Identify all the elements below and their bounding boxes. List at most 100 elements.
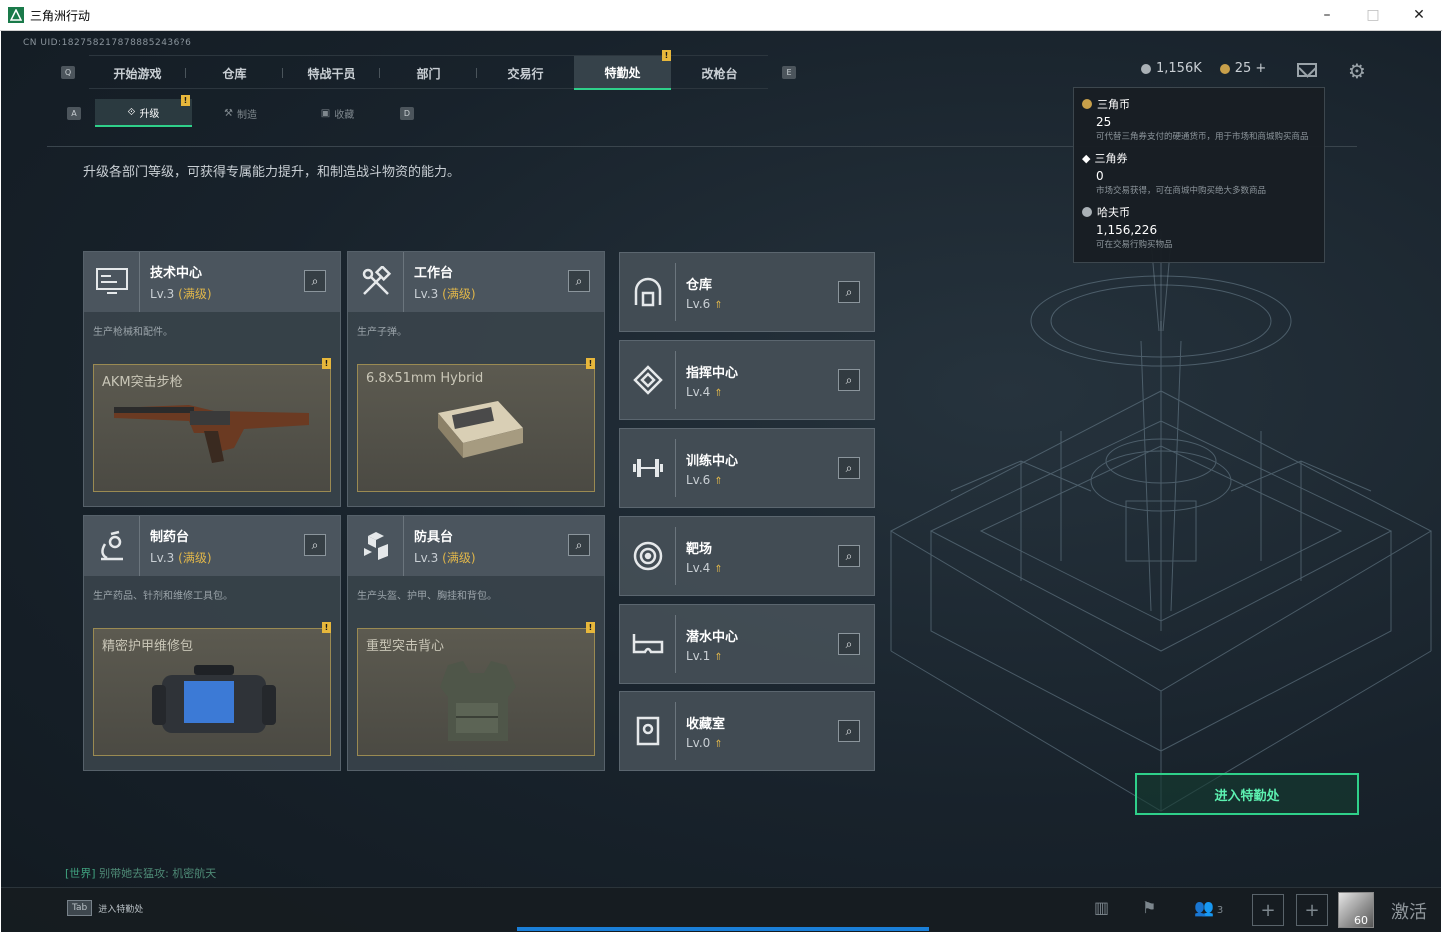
minimize-button[interactable]: – [1304,0,1350,30]
dept-card-training-center[interactable]: 训练中心 Lv.6 ⇑ ⌕ [619,428,875,508]
alert-badge: ! [662,50,671,61]
search-icon[interactable]: ⌕ [838,457,860,479]
team-count: 3 [1216,905,1224,916]
maximize-button[interactable]: □ [1350,0,1396,30]
sub-nav: A ⟐ 升级! ⚒ 制造 ▣ 收藏 D [67,95,414,127]
search-icon[interactable]: ⌕ [838,369,860,391]
close-button[interactable]: ✕ [1396,0,1442,30]
dept-level: Lv.3 [414,287,439,301]
search-icon[interactable]: ⌕ [838,281,860,303]
dumbbell-icon [620,439,676,497]
mail-icon[interactable] [1297,63,1317,77]
loading-progress-bar [517,927,929,931]
dept-name: 工作台 [414,266,454,281]
craft-icon: ⚒ [224,107,233,119]
main-nav: Q 开始游戏 仓库 特战干员 部门 交易行 特勤处! 改枪台 E [61,50,796,90]
currency-value: 0 [1096,169,1104,183]
enter-special-ops-button[interactable]: 进入特勤处 [1135,773,1359,815]
max-level-tag: (满级) [178,551,212,565]
diving-mask-icon [620,615,676,673]
dept-card-storage[interactable]: 仓库 Lv.6 ⇑ ⌕ [619,252,875,332]
add-teammate-button[interactable]: + [1296,894,1328,926]
activate-windows-watermark: 激活 [1391,902,1427,923]
dept-card-workbench[interactable]: 工作台 Lv.3 (满级) ⌕ 生产子弹。 ! 6.8x51mm Hybrid [347,251,605,507]
flag-icon[interactable]: ⚑ [1142,898,1156,917]
subtab-label: 收藏 [334,109,355,121]
dept-description: 生产头盔、护甲、胸挂和背包。 [357,591,497,602]
search-icon[interactable]: ⌕ [568,534,590,556]
search-icon[interactable]: ⌕ [838,545,860,567]
search-icon[interactable]: ⌕ [304,270,326,292]
microscope-icon [84,516,140,576]
alert-badge: ! [181,95,190,106]
search-icon[interactable]: ⌕ [838,633,860,655]
dept-card-command-center[interactable]: 指挥中心 Lv.4 ⇑ ⌕ [619,340,875,420]
item-name: AKM突击步枪 [102,375,183,390]
crafting-item-slot[interactable]: ! AKM突击步枪 [93,358,331,492]
warehouse-icon [620,263,676,321]
gear-icon[interactable]: ⚙ [1348,59,1366,83]
subtab-collection[interactable]: ▣ 收藏 [289,99,386,127]
chat-message[interactable]: [世界] 别带她去猛攻: 机密航天 [65,865,216,881]
tab-warehouse[interactable]: 仓库 [186,56,283,90]
tab-label: 特战干员 [307,66,356,81]
dept-card-tech-center[interactable]: 技术中心 Lv.3 (满级) ⌕ 生产枪械和配件。 ! AKM突击步枪 [83,251,341,507]
dept-card-diving-center[interactable]: 潜水中心 Lv.1 ⇑ ⌕ [619,604,875,684]
collection-icon: ▣ [320,107,331,119]
tab-special-ops[interactable]: 特勤处! [574,50,671,90]
dept-description: 生产子弹。 [357,327,407,338]
dept-name: 制药台 [150,530,190,545]
crafting-item-slot[interactable]: ! 重型突击背心 [357,622,595,756]
key-hint-a: A [67,106,81,120]
search-icon[interactable]: ⌕ [838,720,860,742]
koala-coin-icon [1141,63,1151,74]
tab-label: 仓库 [222,66,247,81]
dept-name: 仓库 [686,277,713,293]
stats-icon[interactable]: ▥ [1094,898,1109,917]
add-teammate-button[interactable]: + [1252,894,1284,926]
page-description: 升级各部门等级，可获得专属能力提升，和制造战斗物资的能力。 [83,165,461,180]
bottom-bar: Tab 进入特勤处 ▥ ⚑ 👥 3 + + 60 激活 [1,887,1441,932]
key-hint-e: E [782,65,796,79]
tab-operators[interactable]: 特战干员 [283,56,380,90]
dept-name: 指挥中心 [686,365,739,381]
dept-level: Lv.1 [686,648,711,663]
currency-desc: 可在交易行购买物品 [1096,240,1173,250]
currency-desc: 市场交易获得，可在商城中购买绝大多数商品 [1096,186,1267,196]
player-uid: CN UID:1827582178788852436?6 [23,38,192,48]
currency-desc: 可代替三角券支付的硬通货币，用于市场和商城购买商品 [1096,132,1309,142]
upgrade-arrow-icon: ⇑ [714,738,723,750]
subtab-upgrade[interactable]: ⟐ 升级! [95,95,192,127]
subtab-craft[interactable]: ⚒ 制造 [192,99,289,127]
tab-label: 开始游戏 [113,66,162,81]
search-icon[interactable]: ⌕ [304,534,326,556]
app-logo-icon [8,7,24,23]
max-level-tag: (满级) [442,551,476,565]
game-viewport: CN UID:1827582178788852436?6 Q 开始游戏 仓库 特… [1,31,1441,932]
crafting-item-slot[interactable]: ! 6.8x51mm Hybrid [357,358,595,492]
alert-badge: ! [586,358,595,369]
search-icon[interactable]: ⌕ [568,270,590,292]
crafting-item-slot[interactable]: ! 精密护甲维修包 [93,622,331,756]
tab-shortcut-label: 进入特勤处 [98,904,144,915]
player-level: 60 [1354,914,1368,927]
dept-level: Lv.0 [686,735,711,750]
tab-trading[interactable]: 交易行 [477,56,574,90]
tab-shortcut[interactable]: Tab 进入特勤处 [67,900,143,916]
currency-bar[interactable]: 1,156K 25 + [1141,61,1266,76]
tab-gunsmith[interactable]: 改枪台 [671,56,768,90]
tab-start-game[interactable]: 开始游戏 [89,56,186,90]
tab-departments[interactable]: 部门 [380,56,477,90]
team-icon[interactable]: 👥 3 [1194,898,1223,917]
dept-card-armor-bench[interactable]: 防具台 Lv.3 (满级) ⌕ 生产头盔、护甲、胸挂和背包。 ! 重型突击背心 [347,515,605,771]
dept-card-collection-room[interactable]: 收藏室 Lv.0 ⇑ ⌕ [619,691,875,771]
window-title: 三角洲行动 [30,8,91,23]
currency-value: 25 [1096,115,1112,129]
dept-card-shooting-range[interactable]: 靶场 Lv.4 ⇑ ⌕ [619,516,875,596]
command-center-icon [620,351,676,409]
alert-badge: ! [586,622,595,633]
dept-card-pharmacy[interactable]: 制药台 Lv.3 (满级) ⌕ 生产药品、针剂和维修工具包。 ! 精密护甲维修包 [83,515,341,771]
ticket-icon: ◆ [1082,151,1091,165]
ammo-box-image [438,401,523,458]
item-name: 精密护甲维修包 [102,639,194,654]
